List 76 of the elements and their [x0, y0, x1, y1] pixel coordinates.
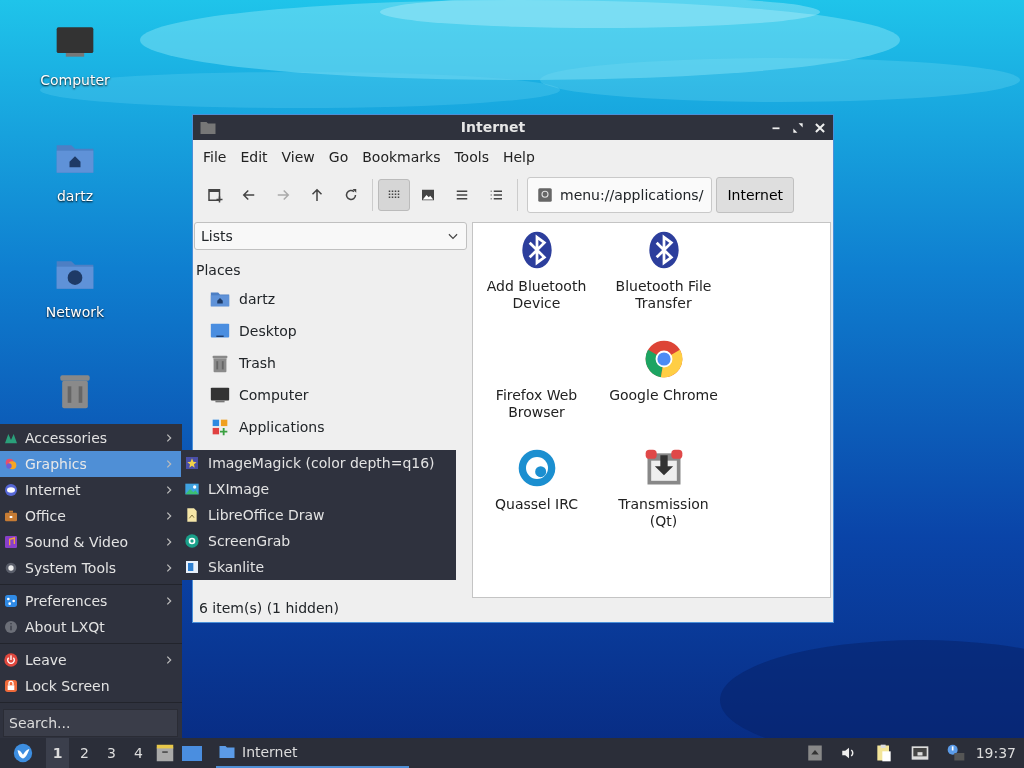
menu-item[interactable]: LXImage [181, 476, 456, 502]
chevron-right-icon [164, 596, 174, 606]
preferences-icon [3, 593, 19, 609]
menu-item[interactable]: Bookmarks [355, 146, 448, 168]
document-icon [184, 507, 200, 523]
app-launcher[interactable]: Bluetooth File Transfer [600, 223, 727, 332]
place-item[interactable]: dartz [193, 283, 469, 315]
desktop-switcher-button[interactable]: 3 [100, 738, 123, 768]
menu-item[interactable]: LibreOffice Draw [181, 502, 456, 528]
tray-expand-icon[interactable] [805, 744, 824, 762]
chevron-right-icon [164, 459, 174, 469]
notification-icon[interactable] [945, 743, 966, 763]
menu-item[interactable]: Internet [0, 477, 182, 503]
chevron-right-icon [164, 433, 174, 443]
magic-wand-icon [184, 455, 200, 471]
desktop-switcher-button[interactable]: 2 [73, 738, 96, 768]
network-icon[interactable] [909, 743, 930, 763]
start-menu-icon[interactable] [12, 742, 34, 764]
menu-item[interactable]: Preferences [0, 588, 182, 614]
chevron-right-icon [164, 655, 174, 665]
menu-item[interactable]: File [196, 146, 234, 168]
new-tab-icon [206, 186, 224, 204]
window-title: Internet [459, 118, 527, 137]
app-launcher[interactable]: Google Chrome [600, 332, 727, 441]
menu-item[interactable]: ScreenGrab [181, 528, 456, 554]
search-field[interactable]: Search... [3, 709, 178, 737]
menu-item[interactable]: About LXQt [0, 614, 182, 640]
menu-item[interactable]: Lock Screen [0, 673, 182, 699]
place-item[interactable]: Computer [193, 379, 469, 411]
place-item[interactable]: Desktop [193, 315, 469, 347]
menu-item[interactable]: View [274, 146, 322, 168]
landscape-icon [184, 481, 200, 497]
graphics-icon [3, 456, 19, 472]
menu-item[interactable]: ImageMagick (color depth=q16) [181, 450, 456, 476]
menu-item[interactable]: System Tools [0, 555, 182, 581]
media-icon [3, 534, 19, 550]
taskbar-window-button[interactable]: Internet [216, 738, 409, 768]
scanner-icon [184, 559, 200, 575]
file-cabinet-icon[interactable] [154, 742, 176, 764]
chevron-right-icon [164, 563, 174, 573]
app-launcher[interactable]: Firefox Web Browser [473, 332, 600, 441]
place-item[interactable]: Trash [193, 347, 469, 379]
globe-icon [3, 482, 19, 498]
menu-item[interactable]: Go [321, 146, 356, 168]
gear-icon [3, 560, 19, 576]
shutter-icon [184, 533, 200, 549]
icon-label[interactable]: Network [45, 302, 105, 323]
path-field[interactable]: menu://applications/ [527, 177, 713, 213]
menu-item[interactable]: Help [495, 146, 542, 168]
desktop-switcher-button[interactable]: 4 [127, 738, 150, 768]
status-text: 6 item(s) (1 hidden) [199, 599, 339, 618]
briefcase-icon [3, 508, 19, 524]
app-launcher[interactable]: Quassel IRC [473, 441, 600, 550]
menu-item[interactable]: Tools [447, 146, 496, 168]
chevron-right-icon [164, 485, 174, 495]
lock-icon [3, 678, 19, 694]
clock: 19:37 [975, 743, 1016, 763]
breadcrumb-button[interactable]: Internet [716, 177, 794, 213]
info-icon [3, 619, 19, 635]
chevron-right-icon [164, 511, 174, 521]
menu-item[interactable]: Accessories [0, 425, 182, 451]
app-launcher[interactable]: Add Bluetooth Device [473, 223, 600, 332]
app-launcher[interactable]: Transmission (Qt) [600, 441, 727, 550]
menu-item[interactable]: Edit [233, 146, 275, 168]
menu-item[interactable]: Leave [0, 647, 182, 673]
place-item[interactable]: Applications [193, 411, 469, 443]
side-pane-selector[interactable]: Lists [194, 222, 467, 250]
desktop-switcher-button[interactable]: 1 [46, 738, 69, 768]
chevron-right-icon [164, 537, 174, 547]
section-heading: Places [196, 261, 242, 280]
menu-item[interactable]: Skanlite [181, 554, 456, 580]
close-icon[interactable] [813, 120, 827, 135]
menu-item[interactable]: Sound & Video [0, 529, 182, 555]
menu-item[interactable]: Office [0, 503, 182, 529]
maximize-icon[interactable] [791, 120, 805, 135]
power-icon [3, 652, 19, 668]
